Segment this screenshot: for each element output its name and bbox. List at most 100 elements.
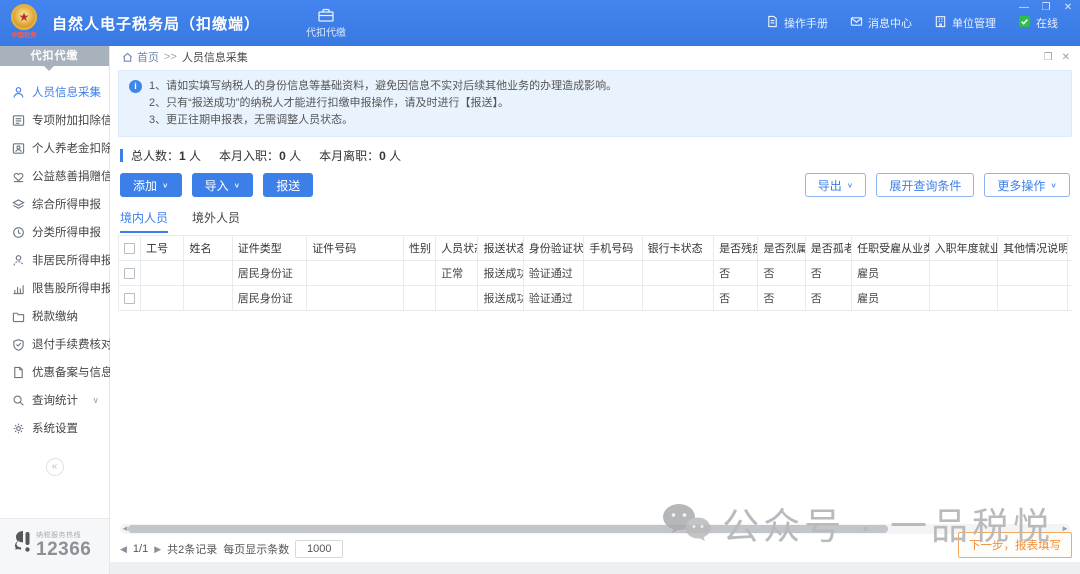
breadcrumb: 首页 >> 人员信息采集 ❐ ✕ <box>110 46 1080 68</box>
cell <box>929 261 997 286</box>
tab-withholding-module[interactable]: 代扣代缴 <box>306 8 346 39</box>
toolbar-button-更多操作[interactable]: 更多操作∨ <box>984 173 1070 197</box>
breadcrumb-home[interactable]: 首页 <box>122 49 159 65</box>
sidebar-item-label: 综合所得申报 <box>32 196 101 212</box>
scrollbar-thumb[interactable] <box>128 525 888 533</box>
panel-maximize-button[interactable]: ❐ <box>1044 52 1053 63</box>
column-header: 其他情况说明 <box>998 236 1067 261</box>
next-page-button[interactable]: ▶ <box>154 544 161 555</box>
cell: 否 <box>805 261 851 286</box>
list-icon <box>12 114 25 127</box>
sidebar-item[interactable]: 分类所得申报 <box>0 218 109 246</box>
page-size-label: 每页显示条数 <box>223 541 289 557</box>
select-all-checkbox[interactable] <box>124 243 135 254</box>
toolbar-left: 添加∨ 导入∨ 报送 <box>120 173 323 197</box>
sidebar-item[interactable]: 查询统计 ∨ <box>0 386 109 414</box>
column-header: 证件号码 <box>307 236 404 261</box>
cell <box>642 261 714 286</box>
sidebar-item-label: 查询统计 <box>32 392 78 408</box>
row-checkbox[interactable] <box>124 268 135 279</box>
select-all-cell <box>119 236 141 261</box>
clock-icon <box>12 226 25 239</box>
chevron-down-icon: ∨ <box>847 181 854 190</box>
cell: 中国 <box>1067 286 1072 311</box>
page-size-input[interactable] <box>295 540 343 558</box>
search-icon <box>12 394 25 407</box>
chart-icon <box>12 282 25 295</box>
sidebar-item[interactable]: 税款缴纳 <box>0 302 109 330</box>
sidebar-item[interactable]: 非居民所得申报 <box>0 246 109 274</box>
titlebar: ★ 中国税务 自然人电子税务局（扣缴端） 代扣代缴 操作手册 消息中心 单位管理 在线… <box>0 0 1080 46</box>
donation-icon <box>12 170 25 183</box>
toolbar-button-报送[interactable]: 报送 <box>263 173 313 197</box>
sidebar-item[interactable]: 退付手续费核对 <box>0 330 109 358</box>
row-select-cell <box>119 286 141 311</box>
stat-item: 总人数：1 人 <box>131 147 201 164</box>
sidebar-item-label: 退付手续费核对 <box>32 336 113 352</box>
tab-境外人员[interactable]: 境外人员 <box>192 209 240 233</box>
tax-emblem-logo: ★ 中国税务 <box>6 4 42 42</box>
gear-icon <box>12 422 25 435</box>
toolbar-button-展开查询条件[interactable]: 展开查询条件 <box>876 173 974 197</box>
titlebar-item-building[interactable]: 单位管理 <box>934 15 996 31</box>
sidebar-item[interactable]: 优惠备案与信息报送∨ <box>0 358 109 386</box>
column-header: 姓名 <box>184 236 232 261</box>
sidebar-item[interactable]: 系统设置 <box>0 414 109 442</box>
cell: 雇员 <box>852 261 930 286</box>
cell <box>307 286 404 311</box>
pension-icon <box>12 142 25 155</box>
column-header: 任职受雇从业类型 <box>852 236 930 261</box>
horizontal-scrollbar[interactable]: ◄ ► <box>120 524 1070 534</box>
tab-境内人员[interactable]: 境内人员 <box>120 209 168 233</box>
national-emblem-icon: ★ <box>11 4 37 30</box>
column-header: 入职年度就业情形 <box>929 236 997 261</box>
titlebar-item-label: 消息中心 <box>868 15 912 31</box>
titlebar-item-document[interactable]: 操作手册 <box>766 15 828 31</box>
cell <box>184 286 232 311</box>
folder-icon <box>12 310 25 323</box>
cell: 否 <box>758 286 805 311</box>
chevron-down-icon: ∨ <box>92 395 105 406</box>
titlebar-item-online-check[interactable]: 在线 <box>1018 15 1058 31</box>
table-row: 居民身份证正常报送成功验证通过否否否雇员中国 <box>119 261 1073 286</box>
row-checkbox[interactable] <box>124 293 135 304</box>
column-header: 手机号码 <box>584 236 642 261</box>
titlebar-item-mail[interactable]: 消息中心 <box>850 15 912 31</box>
column-header: 证件类型 <box>232 236 307 261</box>
record-count: 共2条记录 <box>167 541 217 557</box>
info-icon: i <box>129 80 142 93</box>
app-window: ★ 中国税务 自然人电子税务局（扣缴端） 代扣代缴 操作手册 消息中心 单位管理 在线… <box>0 0 1080 574</box>
app-title: 自然人电子税务局（扣缴端） <box>52 13 260 34</box>
mail-icon <box>850 15 863 31</box>
sidebar-item[interactable]: 公益慈善捐赠信息采集 <box>0 162 109 190</box>
sidebar-item[interactable]: 专项附加扣除信息采集 <box>0 106 109 134</box>
toolbar-button-导入[interactable]: 导入∨ <box>192 173 254 197</box>
toolbar-button-导出[interactable]: 导出∨ <box>805 173 867 197</box>
sidebar-item-label: 分类所得申报 <box>32 224 101 240</box>
sidebar-item[interactable]: 个人养老金扣除管理 <box>0 134 109 162</box>
file-icon <box>12 366 25 379</box>
pagination: ◀ 1/1 ▶ 共2条记录 每页显示条数 <box>120 540 1070 558</box>
sidebar-item-label: 系统设置 <box>32 420 78 436</box>
next-step-button[interactable]: 下一步，报表填写 <box>958 532 1072 558</box>
maximize-button[interactable]: ❐ <box>1040 2 1052 13</box>
cell: 报送成功 <box>478 286 523 311</box>
sidebar-item[interactable]: 人员信息采集 <box>0 78 109 106</box>
prev-page-button[interactable]: ◀ <box>120 544 127 555</box>
cell <box>642 286 714 311</box>
toolbar-button-添加[interactable]: 添加∨ <box>120 173 182 197</box>
document-icon <box>766 15 779 31</box>
column-header: 性别 <box>403 236 435 261</box>
notice-line: 2、只有“报送成功”的纳税人才能进行扣缴申报操作，请及时进行【报送】。 <box>149 95 1061 112</box>
main-panel: 首页 >> 人员信息采集 ❐ ✕ i 1、请如实填写纳税人的身份信息等基础资料，… <box>110 46 1080 574</box>
sidebar: 代扣代缴 人员信息采集专项附加扣除信息采集个人养老金扣除管理公益慈善捐赠信息采集… <box>0 46 110 574</box>
sidebar-collapse-button[interactable]: « <box>46 458 64 476</box>
panel-close-button[interactable]: ✕ <box>1062 52 1070 63</box>
cell <box>584 261 642 286</box>
minimize-button[interactable]: — <box>1018 2 1030 13</box>
sidebar-header: 代扣代缴 <box>0 46 109 66</box>
close-button[interactable]: ✕ <box>1062 2 1074 13</box>
sidebar-item-label: 人员信息采集 <box>32 84 101 100</box>
sidebar-item[interactable]: 限售股所得申报 <box>0 274 109 302</box>
sidebar-item[interactable]: 综合所得申报 <box>0 190 109 218</box>
